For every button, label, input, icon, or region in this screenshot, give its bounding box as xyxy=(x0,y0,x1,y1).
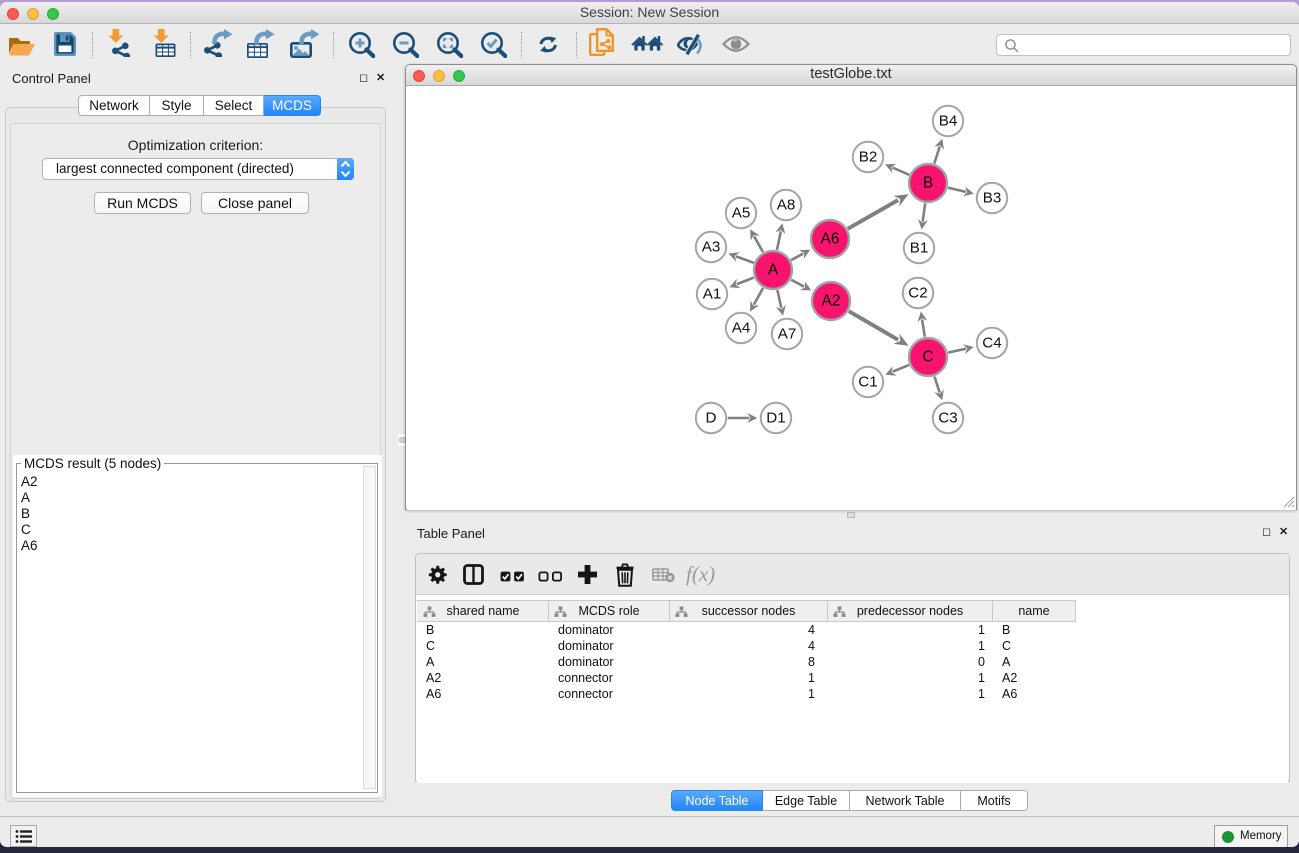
svg-text:B4: B4 xyxy=(939,113,958,130)
svg-text:A7: A7 xyxy=(778,326,797,343)
svg-text:A8: A8 xyxy=(777,197,796,214)
svg-text:A6: A6 xyxy=(821,231,840,248)
svg-text:A3: A3 xyxy=(702,239,721,256)
svg-text:D: D xyxy=(706,410,717,427)
svg-text:A1: A1 xyxy=(703,286,722,303)
svg-text:A2: A2 xyxy=(822,293,841,310)
svg-text:B1: B1 xyxy=(910,240,929,257)
svg-text:C4: C4 xyxy=(982,335,1001,352)
svg-text:C3: C3 xyxy=(938,410,957,427)
svg-text:C1: C1 xyxy=(858,374,877,391)
svg-text:B: B xyxy=(923,175,933,192)
svg-text:B2: B2 xyxy=(859,149,878,166)
svg-text:A5: A5 xyxy=(732,205,751,222)
svg-text:A: A xyxy=(768,262,779,279)
svg-text:C2: C2 xyxy=(908,285,927,302)
svg-text:C: C xyxy=(922,349,933,366)
svg-text:D1: D1 xyxy=(766,410,785,427)
svg-text:B3: B3 xyxy=(983,190,1002,207)
svg-text:A4: A4 xyxy=(732,320,751,337)
